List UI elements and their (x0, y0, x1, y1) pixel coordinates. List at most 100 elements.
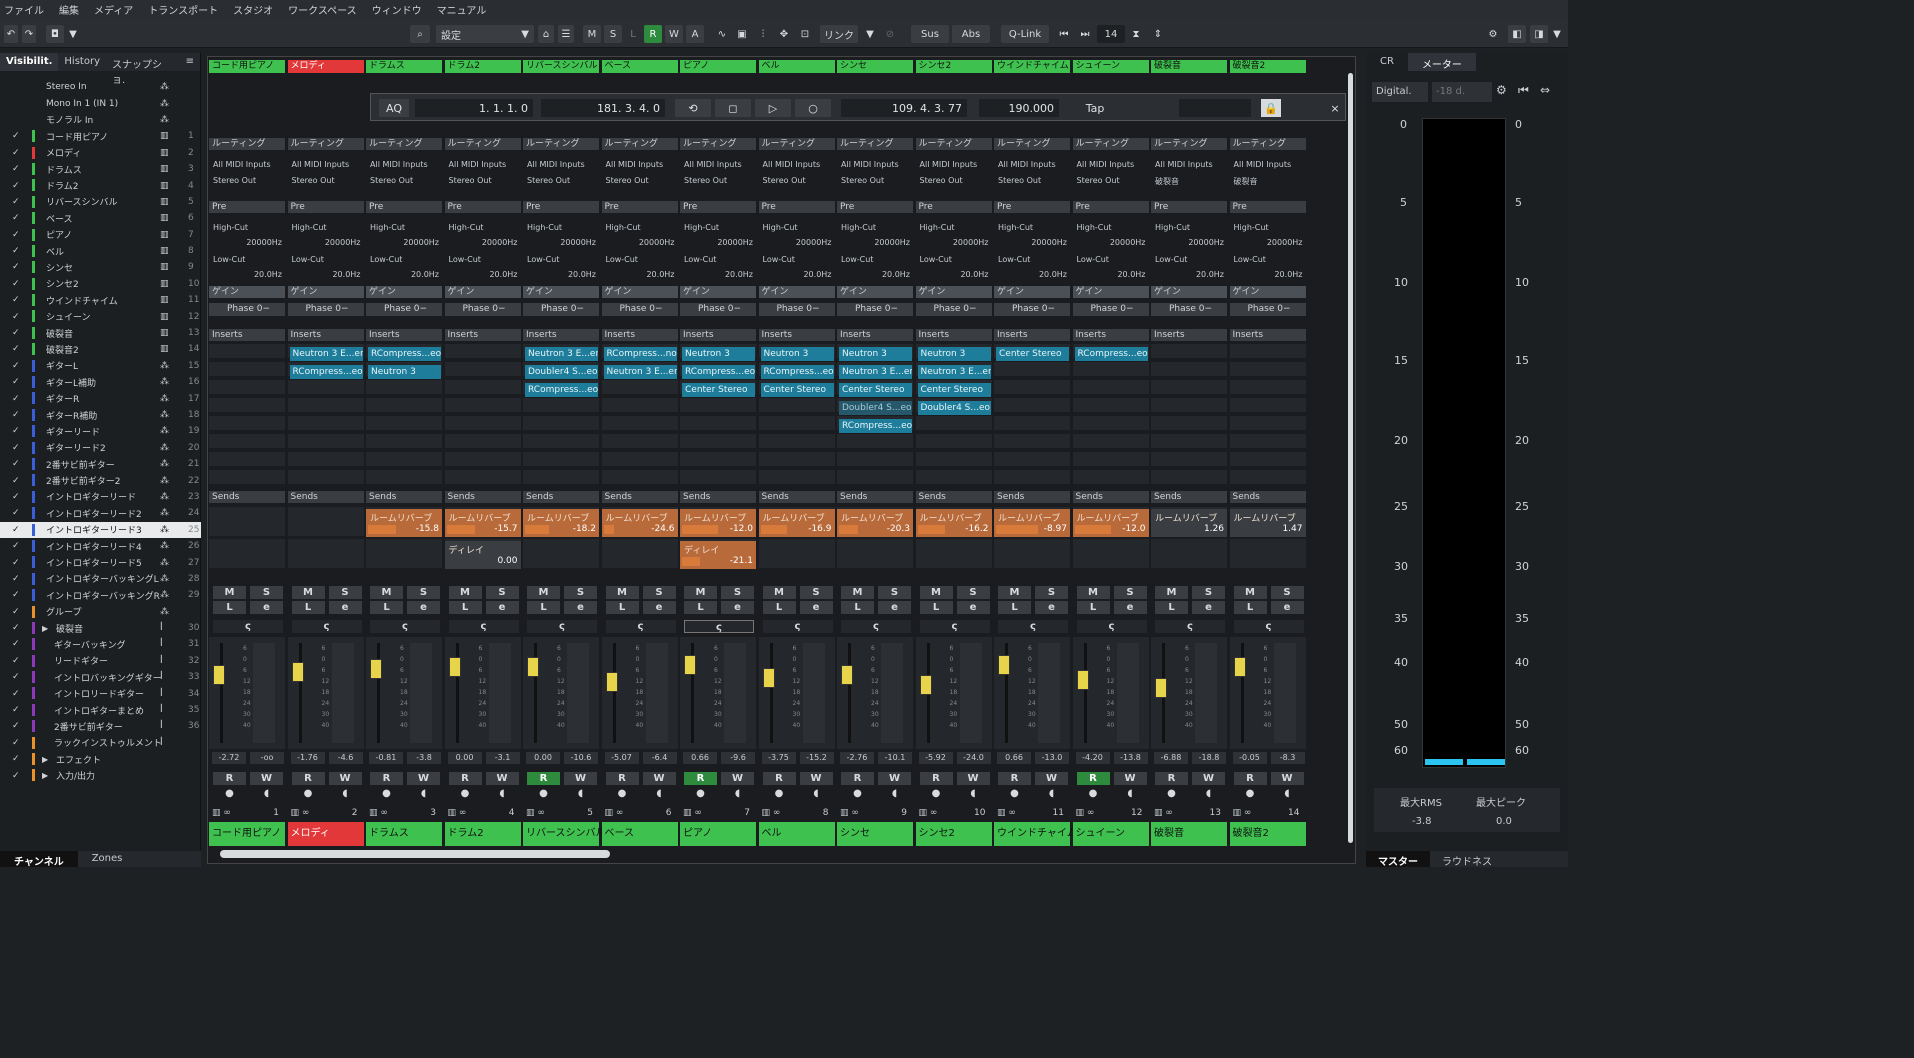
visibility-row[interactable]: ✓ イントロギターリード4 ⁂ 26 (0, 538, 201, 554)
visibility-row[interactable]: ✓ 破裂音 ▶ ꟾ 30 (0, 620, 201, 636)
inserts-header[interactable]: Inserts (444, 329, 521, 341)
phase-button[interactable]: Phase 0− (444, 303, 521, 316)
link-button[interactable]: リンク (820, 25, 858, 43)
insert-slot[interactable] (915, 416, 992, 431)
gain-slider[interactable]: ゲイン (837, 286, 913, 298)
midi-input-select[interactable]: All MIDI Inputs (920, 160, 978, 169)
channel-header-name[interactable]: シンセ2 (915, 60, 992, 73)
insert-slot[interactable] (287, 416, 364, 431)
visibility-row[interactable]: ✓ ラックインストゥルメント ꟾ (0, 735, 201, 751)
insert-slot[interactable] (444, 362, 521, 377)
write-button[interactable]: W (1035, 772, 1068, 785)
transport-blank-field[interactable] (1179, 99, 1251, 117)
phase-button[interactable]: Phase 0− (209, 303, 285, 316)
play-icon[interactable]: ▷ (755, 99, 791, 117)
fader-area[interactable]: 6 0 6 12 18 24 30 40 (366, 637, 442, 749)
fader-value[interactable]: -5.92 (918, 752, 953, 764)
gain-slider[interactable]: ゲイン (523, 286, 599, 298)
insert-plugin[interactable]: Doubler4 S...eo (917, 401, 991, 415)
insert-slot[interactable] (915, 434, 992, 449)
low-cut-value[interactable]: 20.0Hz (960, 270, 988, 279)
insert-slot[interactable] (994, 470, 1070, 485)
midi-input-select[interactable]: All MIDI Inputs (684, 160, 742, 169)
fader-area[interactable]: 6 0 6 12 18 24 30 40 (837, 637, 913, 749)
fader-knob[interactable] (448, 657, 461, 677)
visibility-checkbox[interactable]: ✓ (12, 230, 20, 240)
lock-icon[interactable]: 🔒 (1261, 99, 1281, 117)
write-button[interactable]: W (878, 772, 911, 785)
fader-area[interactable]: 6 0 6 12 18 24 30 40 (680, 637, 756, 749)
inserts-header[interactable]: Inserts (1151, 329, 1227, 341)
edit-button[interactable]: e (878, 601, 911, 614)
write-button[interactable]: W (1192, 772, 1225, 785)
visibility-row[interactable]: ✓ ギターL ⁂ 15 (0, 358, 201, 374)
monitor-icon[interactable]: ⊡ (797, 25, 813, 43)
low-cut-value[interactable]: 20.0Hz (1039, 270, 1067, 279)
monitor-button[interactable]: ◖ (1035, 787, 1068, 800)
midi-input-select[interactable]: All MIDI Inputs (370, 160, 428, 169)
peak-value[interactable]: -4.6 (328, 752, 363, 764)
peak-value[interactable]: -oo (250, 752, 284, 764)
solo-button[interactable]: S (485, 586, 519, 599)
channel-header-name[interactable]: ドラム2 (444, 60, 521, 73)
midi-input-select[interactable]: All MIDI Inputs (606, 160, 664, 169)
expand-chevron-icon[interactable]: ▶ (42, 771, 48, 780)
fader-area[interactable]: 6 0 6 12 18 24 30 40 (758, 637, 835, 749)
insert-slot[interactable] (994, 434, 1070, 449)
low-cut-value[interactable]: 20.0Hz (1274, 270, 1302, 279)
visibility-checkbox[interactable]: ✓ (12, 377, 20, 387)
write-all-button[interactable]: W (665, 25, 683, 43)
edit-button[interactable]: e (1035, 601, 1068, 614)
send-slot[interactable] (209, 539, 285, 569)
pan-control[interactable]: ς (684, 620, 754, 633)
fader-area[interactable]: 6 0 6 12 18 24 30 40 (444, 637, 521, 749)
home-icon[interactable]: ⌂ (538, 25, 554, 43)
preset-select[interactable]: 設定 ▼ (436, 25, 534, 43)
monitor-button[interactable]: ◖ (486, 787, 519, 800)
send-slot-active[interactable]: ルームリバーブ -18.2 (523, 509, 599, 537)
listen-button[interactable]: L (1155, 601, 1188, 614)
send-slot[interactable] (758, 539, 835, 569)
gain-slider[interactable]: ゲイン (444, 286, 521, 298)
visibility-checkbox[interactable]: ✓ (12, 574, 20, 584)
visibility-checkbox[interactable]: ✓ (12, 639, 20, 649)
inserts-header[interactable]: Inserts (680, 329, 756, 341)
send-level[interactable]: -15.7 (494, 524, 517, 534)
send-level[interactable]: -16.9 (808, 524, 831, 534)
routing-header[interactable]: ルーティング (444, 138, 521, 150)
snapshot-icon[interactable]: ◘ (46, 25, 64, 43)
send-slot[interactable] (837, 539, 913, 569)
pre-header[interactable]: Pre (287, 201, 364, 213)
fader-value[interactable]: -6.88 (1154, 752, 1188, 764)
sends-header[interactable]: Sends (1072, 491, 1149, 503)
listen-button[interactable]: L (370, 601, 403, 614)
stop-icon[interactable]: ◻ (715, 99, 751, 117)
listen-button[interactable]: L (527, 601, 560, 614)
layout-chevron-icon[interactable]: ▼ (1550, 25, 1564, 43)
visibility-checkbox[interactable]: ✓ (12, 295, 20, 305)
write-button[interactable]: W (1113, 772, 1147, 785)
insert-plugin[interactable]: Neutron 3 (368, 365, 441, 379)
gain-slider[interactable]: ゲイン (287, 286, 364, 298)
read-button[interactable]: R (762, 772, 796, 785)
channel-footer-name[interactable]: ベース (601, 822, 678, 846)
insert-slot[interactable] (287, 398, 364, 413)
mute-button[interactable]: M (213, 586, 246, 599)
fader-area[interactable]: 6 0 6 12 18 24 30 40 (915, 637, 992, 749)
pan-control[interactable]: ς (841, 620, 911, 633)
midi-input-select[interactable]: All MIDI Inputs (449, 160, 507, 169)
insert-slot[interactable] (601, 416, 678, 431)
right-locator-field[interactable]: 181. 3. 4. 0 (541, 99, 665, 117)
menu-item[interactable]: トランスポート (148, 2, 218, 17)
send-slot-active[interactable]: ルームリバーブ -8.97 (994, 509, 1070, 537)
send-level[interactable]: -12.0 (730, 524, 753, 534)
visibility-checkbox[interactable]: ✓ (12, 590, 20, 600)
routing-header[interactable]: ルーティング (523, 138, 599, 150)
peak-value[interactable]: -13.8 (1113, 752, 1148, 764)
routing-header[interactable]: ルーティング (837, 138, 913, 150)
meter-settings-icon[interactable]: ⚙ (1496, 83, 1507, 97)
edit-button[interactable]: e (956, 601, 990, 614)
send-level[interactable]: 1.26 (1204, 524, 1224, 534)
gain-slider[interactable]: ゲイン (1229, 286, 1306, 298)
write-button[interactable]: W (485, 772, 519, 785)
